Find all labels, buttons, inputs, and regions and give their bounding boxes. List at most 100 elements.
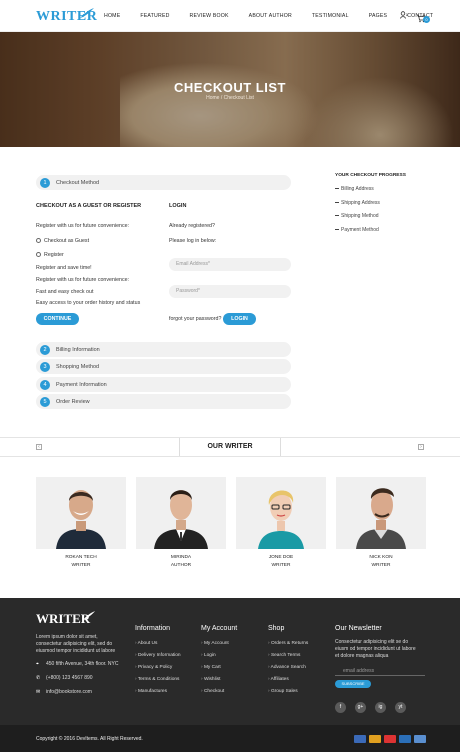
footer-newsletter-title: Our Newsletter	[335, 625, 382, 632]
newsletter-line: Consectetur adipisicing elit se do	[335, 639, 409, 645]
footer-link-terms[interactable]: Terms & Conditions	[135, 677, 180, 682]
step-number: 3	[40, 361, 50, 372]
copyright-bar: Copyright © 2016 DevItems. All Right Res…	[0, 725, 460, 752]
location-pin-icon: ⌖	[36, 661, 39, 667]
step-payment-information[interactable]: 4 Payment Information	[36, 377, 291, 392]
footer-address: ⌖ 450 fifth Avenue, 34th floor. NYC	[36, 661, 118, 667]
writer-name: ROKAN TECH	[65, 555, 97, 560]
nav-testimonial[interactable]: TESTIMONIAL	[312, 13, 349, 19]
writer-photo[interactable]	[236, 477, 326, 549]
login-section-title: LOGIN	[169, 203, 187, 209]
payment-card-icon	[369, 735, 381, 743]
next-arrow-icon[interactable]: ›	[418, 444, 424, 450]
progress-billing-address[interactable]: Billing Address	[335, 186, 374, 192]
email-text[interactable]: info@bookstore.com	[46, 689, 92, 695]
prev-arrow-icon[interactable]: ‹	[36, 444, 42, 450]
footer-link-delivery[interactable]: Delivery Information	[135, 653, 181, 658]
step-label: Payment Information	[56, 382, 107, 388]
guest-intro: Register with us for future convenience:	[36, 223, 130, 229]
youtube-icon[interactable]: yt	[395, 702, 406, 713]
footer-link-affiliates[interactable]: Affiliates	[268, 677, 289, 682]
newsletter-email-input[interactable]: email address	[335, 666, 425, 676]
step-label: Shopping Method	[56, 364, 100, 370]
footer-link-orders-returns[interactable]: Orders & Returns	[268, 641, 308, 646]
footer-link-privacy[interactable]: Privacy & Policy	[135, 665, 172, 670]
writer-role: WRITER	[371, 563, 391, 568]
writer-photo[interactable]	[336, 477, 426, 549]
footer-about-line: Lorem ipsum dolor sit amet,	[36, 634, 98, 640]
breadcrumb[interactable]: Home / Checkout List	[0, 95, 460, 101]
mail-icon: ✉	[36, 689, 41, 695]
subscribe-button[interactable]: SUBSCRIBE	[335, 680, 371, 688]
instagram-icon[interactable]: ig	[375, 702, 386, 713]
nav-review-book[interactable]: REVIEW BOOK	[190, 13, 229, 19]
footer-shop-title: Shop	[268, 625, 285, 632]
user-icon[interactable]	[400, 11, 408, 19]
forgot-password-link[interactable]: forgot your password?	[169, 316, 221, 322]
footer-link-my-account[interactable]: My Account	[201, 641, 229, 646]
writer-portrait	[258, 490, 304, 549]
footer-logo[interactable]: WRITER	[36, 611, 96, 627]
newsletter-line: eiusm od tempor incididunt ut labore	[335, 646, 416, 652]
writer-portrait	[56, 490, 106, 549]
footer-link-advance-search[interactable]: Advance Search	[268, 665, 306, 670]
nav-about-author[interactable]: ABOUT AUTHOR	[249, 13, 292, 19]
amex-icon	[414, 735, 426, 743]
step-checkout-method[interactable]: 1 Checkout Method	[36, 175, 291, 190]
footer-link-search-terms[interactable]: Search Terms	[268, 653, 301, 658]
writer-section-title: OUR WRITER	[179, 438, 281, 456]
step-number: 1	[40, 177, 50, 188]
step-label: Order Review	[56, 399, 90, 405]
site-logo[interactable]: WRITER	[36, 8, 97, 25]
footer-email: ✉ info@bookstore.com	[36, 689, 92, 695]
password-field[interactable]: Password*	[169, 285, 291, 298]
step-shopping-method[interactable]: 3 Shopping Method	[36, 359, 291, 374]
cart-count-badge: 0	[423, 16, 430, 23]
visa-icon	[399, 735, 411, 743]
continue-button[interactable]: CONTINUE	[36, 313, 79, 325]
step-label: Billing Information	[56, 347, 100, 353]
feather-icon	[80, 8, 94, 18]
page-title: CHECKOUT LIST	[174, 80, 286, 95]
nav-pages[interactable]: PAGES	[369, 13, 388, 19]
mastercard-icon	[384, 735, 396, 743]
footer-link-group-sales[interactable]: Group Sales	[268, 689, 298, 694]
site-header: WRITER HOME FEATURED REVIEW BOOK ABOUT A…	[0, 0, 460, 32]
progress-shipping-method[interactable]: Shipping Method	[335, 213, 379, 219]
login-button[interactable]: LOGIN	[223, 313, 256, 325]
nav-home[interactable]: HOME	[104, 13, 120, 19]
email-field[interactable]: Email Address*	[169, 258, 291, 271]
radio-label-guest: Checkout as Guest	[44, 238, 90, 244]
radio-register[interactable]	[36, 252, 41, 257]
footer-link-wishlist[interactable]: Wishlist	[201, 677, 221, 682]
writer-photo[interactable]	[136, 477, 226, 549]
footer-link-manufactures[interactable]: Manufactures	[135, 689, 167, 694]
guest-line: Register and save time!	[36, 265, 92, 271]
footer-link-checkout[interactable]: Checkout	[201, 689, 224, 694]
cart-button[interactable]: 0	[416, 10, 430, 23]
footer-link-login[interactable]: Login	[201, 653, 216, 658]
newsletter-line: et dolore magnas aliqua	[335, 653, 389, 659]
progress-payment-method[interactable]: Payment Method	[335, 227, 379, 233]
footer-link-my-cart[interactable]: My Cart	[201, 665, 221, 670]
writer-section-header: ‹ OUR WRITER ›	[0, 437, 460, 457]
step-label: Checkout Method	[56, 180, 100, 186]
step-order-review[interactable]: 5 Order Review	[36, 394, 291, 409]
step-billing-information[interactable]: 2 Billing Information	[36, 342, 291, 357]
footer-about-line: eiusmod tempor incididunt ut labore	[36, 648, 116, 654]
progress-shipping-address[interactable]: Shipping Address	[335, 200, 380, 206]
footer-about-line: consectetur adipisicing elit, sed do	[36, 641, 113, 647]
step-number: 5	[40, 396, 50, 407]
writer-photo[interactable]	[36, 477, 126, 549]
nav-featured[interactable]: FEATURED	[140, 13, 169, 19]
payment-card-icon	[354, 735, 366, 743]
footer-link-about-us[interactable]: About Us	[135, 641, 158, 646]
guest-line: Register with us for future convenience:	[36, 277, 130, 283]
guest-line: Easy access to your order history and st…	[36, 300, 141, 306]
phone-icon: ✆	[36, 675, 41, 681]
newsletter-text: Consectetur adipisicing elit se do eiusm…	[335, 639, 416, 660]
google-plus-icon[interactable]: g+	[355, 702, 366, 713]
radio-checkout-guest[interactable]	[36, 238, 41, 243]
footer-account-title: My Account	[201, 625, 238, 632]
facebook-icon[interactable]: f	[335, 702, 346, 713]
